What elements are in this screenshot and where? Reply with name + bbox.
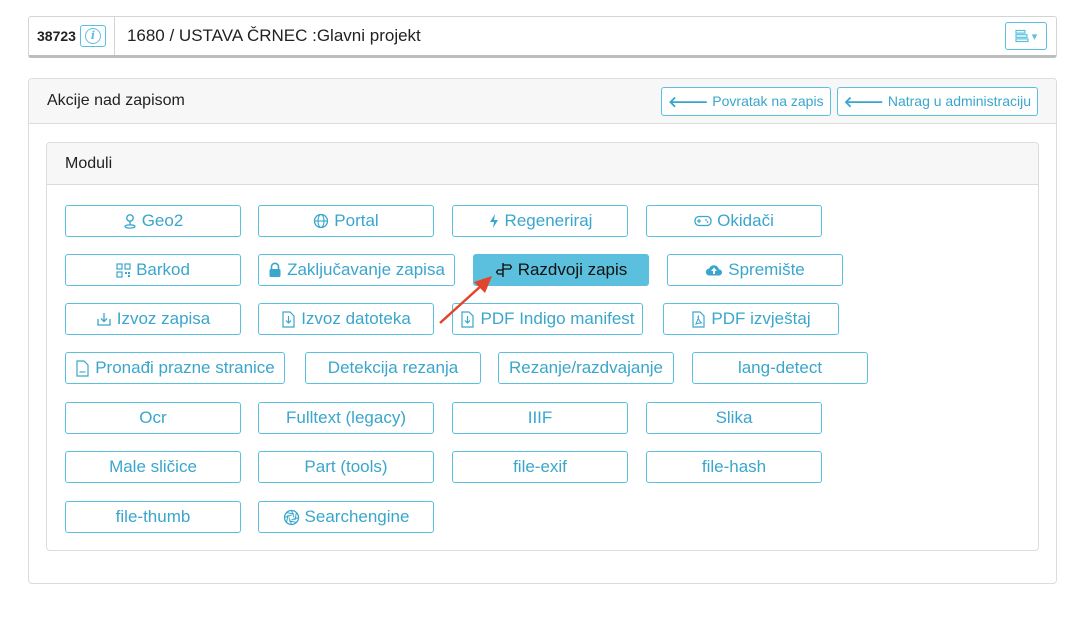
module-button-label: Slika	[715, 408, 753, 427]
module-button-label: lang-detect	[737, 358, 823, 377]
module-button-pdf-izvje-taj[interactable]: PDF izvještaj	[663, 303, 839, 335]
back-to-record-label: Povratak na zapis	[712, 93, 824, 109]
module-button-label: Izvoz zapisa	[116, 309, 211, 328]
module-button-label: Geo2	[141, 211, 184, 230]
module-button-label: Okidači	[717, 211, 774, 230]
module-button-label: Izvoz datoteka	[301, 309, 411, 328]
info-icon: i	[84, 28, 101, 44]
module-button-label: file-exif	[513, 457, 567, 476]
module-button-geo2[interactable]: Geo2	[65, 205, 241, 237]
module-button-prona-i-prazne-stranice[interactable]: Pronađi prazne stranice	[65, 352, 285, 384]
back-to-admin-button[interactable]: 🡐 Natrag u administraciju	[836, 86, 1038, 116]
module-button-label: Fulltext (legacy)	[286, 408, 406, 427]
qrcode-icon	[116, 262, 131, 278]
module-button-label: Barkod	[136, 260, 190, 279]
module-button-detekcija-rezanja[interactable]: Detekcija rezanja	[305, 352, 481, 384]
module-button-label: Detekcija rezanja	[327, 358, 459, 377]
module-button-ocr[interactable]: Ocr	[65, 402, 241, 434]
module-button-slika[interactable]: Slika	[646, 402, 822, 434]
module-button-label: file-thumb	[115, 507, 191, 526]
chevron-down-icon: ▾	[1031, 30, 1038, 43]
cloud-upload-icon	[705, 263, 723, 277]
module-button-label: PDF izvještaj	[711, 309, 811, 328]
module-button-fulltext-legacy[interactable]: Fulltext (legacy)	[258, 402, 434, 434]
module-button-label: Rezanje/razdvajanje	[508, 358, 664, 377]
download-box-icon	[96, 311, 112, 327]
module-button-searchengine[interactable]: Searchengine	[258, 501, 434, 533]
module-button-label: Searchengine	[304, 507, 410, 526]
module-button-label: PDF Indigo manifest	[480, 309, 635, 328]
signpost-icon	[495, 262, 513, 278]
record-title: 1680 / USTAVA ČRNEC :Glavni projekt	[126, 26, 421, 45]
module-button-label: Zaključavanje zapisa	[287, 260, 445, 279]
module-button-part-tools[interactable]: Part (tools)	[258, 451, 434, 483]
module-button-file-exif[interactable]: file-exif	[452, 451, 628, 483]
module-button-label: Part (tools)	[304, 457, 388, 476]
module-button-label: Regeneriraj	[504, 211, 593, 230]
module-button-file-hash[interactable]: file-hash	[646, 451, 822, 483]
bolt-icon	[488, 213, 500, 229]
server-list-icon	[1015, 29, 1029, 43]
record-id: 38723	[37, 28, 76, 44]
gamepad-icon	[694, 214, 712, 228]
module-button-izvoz-datoteka[interactable]: Izvoz datoteka	[258, 303, 434, 335]
card-title: Akcije nad zapisom	[47, 92, 185, 109]
menu-dropdown-button[interactable]: ▾	[1005, 22, 1047, 50]
record-header-bar: 38723 i 1680 / USTAVA ČRNEC :Glavni proj…	[28, 16, 1057, 58]
file-blank-icon	[75, 359, 90, 377]
module-button-barkod[interactable]: Barkod	[65, 254, 241, 286]
file-download-icon	[460, 310, 475, 328]
arrow-left-icon: 🡐	[668, 93, 709, 111]
module-button-pdf-indigo-manifest[interactable]: PDF Indigo manifest	[452, 303, 643, 335]
module-button-izvoz-zapisa[interactable]: Izvoz zapisa	[65, 303, 241, 335]
file-pdf-icon	[691, 310, 706, 328]
module-button-label: Male sličice	[109, 457, 197, 476]
module-button-spremi-te[interactable]: Spremište	[667, 254, 843, 286]
map-pin-icon	[123, 213, 137, 229]
back-to-record-button[interactable]: 🡐 Povratak na zapis	[661, 86, 831, 116]
module-button-male-sli-ice[interactable]: Male sličice	[65, 451, 241, 483]
back-to-admin-label: Natrag u administraciju	[887, 93, 1031, 109]
modules-title: Moduli	[47, 143, 1038, 185]
aperture-icon	[283, 509, 300, 526]
record-actions-header: Akcije nad zapisom 🡐 Povratak na zapis 🡐…	[29, 79, 1056, 124]
module-button-lang-detect[interactable]: lang-detect	[692, 352, 868, 384]
module-button-rezanje-razdvajanje[interactable]: Rezanje/razdvajanje	[498, 352, 674, 384]
module-button-label: Portal	[334, 211, 379, 230]
module-button-file-thumb[interactable]: file-thumb	[65, 501, 241, 533]
module-button-label: Spremište	[728, 260, 805, 279]
module-button-razdvoji-zapis[interactable]: Razdvoji zapis	[473, 254, 649, 286]
lock-icon	[268, 262, 282, 278]
record-id-group: 38723 i	[29, 17, 115, 55]
module-button-label: IIIF	[527, 408, 553, 427]
info-button[interactable]: i	[79, 25, 106, 47]
record-actions-card: Akcije nad zapisom 🡐 Povratak na zapis 🡐…	[28, 78, 1057, 584]
module-button-iiif[interactable]: IIIF	[452, 402, 628, 434]
module-button-label: Razdvoji zapis	[517, 260, 628, 279]
file-download-icon	[281, 310, 296, 328]
module-button-label: file-hash	[701, 457, 767, 476]
module-button-okida-i[interactable]: Okidači	[646, 205, 822, 237]
module-button-portal[interactable]: Portal	[258, 205, 434, 237]
arrow-left-icon: 🡐	[843, 93, 884, 111]
modules-panel: Moduli Geo2 Portal Regeneriraj Okidači Barko…	[46, 142, 1039, 551]
module-button-label: Pronađi prazne stranice	[95, 358, 275, 377]
module-button-zaklju-avanje-zapisa[interactable]: Zaključavanje zapisa	[258, 254, 455, 286]
module-button-label: Ocr	[139, 408, 167, 427]
globe-icon	[313, 213, 329, 229]
module-button-regeneriraj[interactable]: Regeneriraj	[452, 205, 628, 237]
